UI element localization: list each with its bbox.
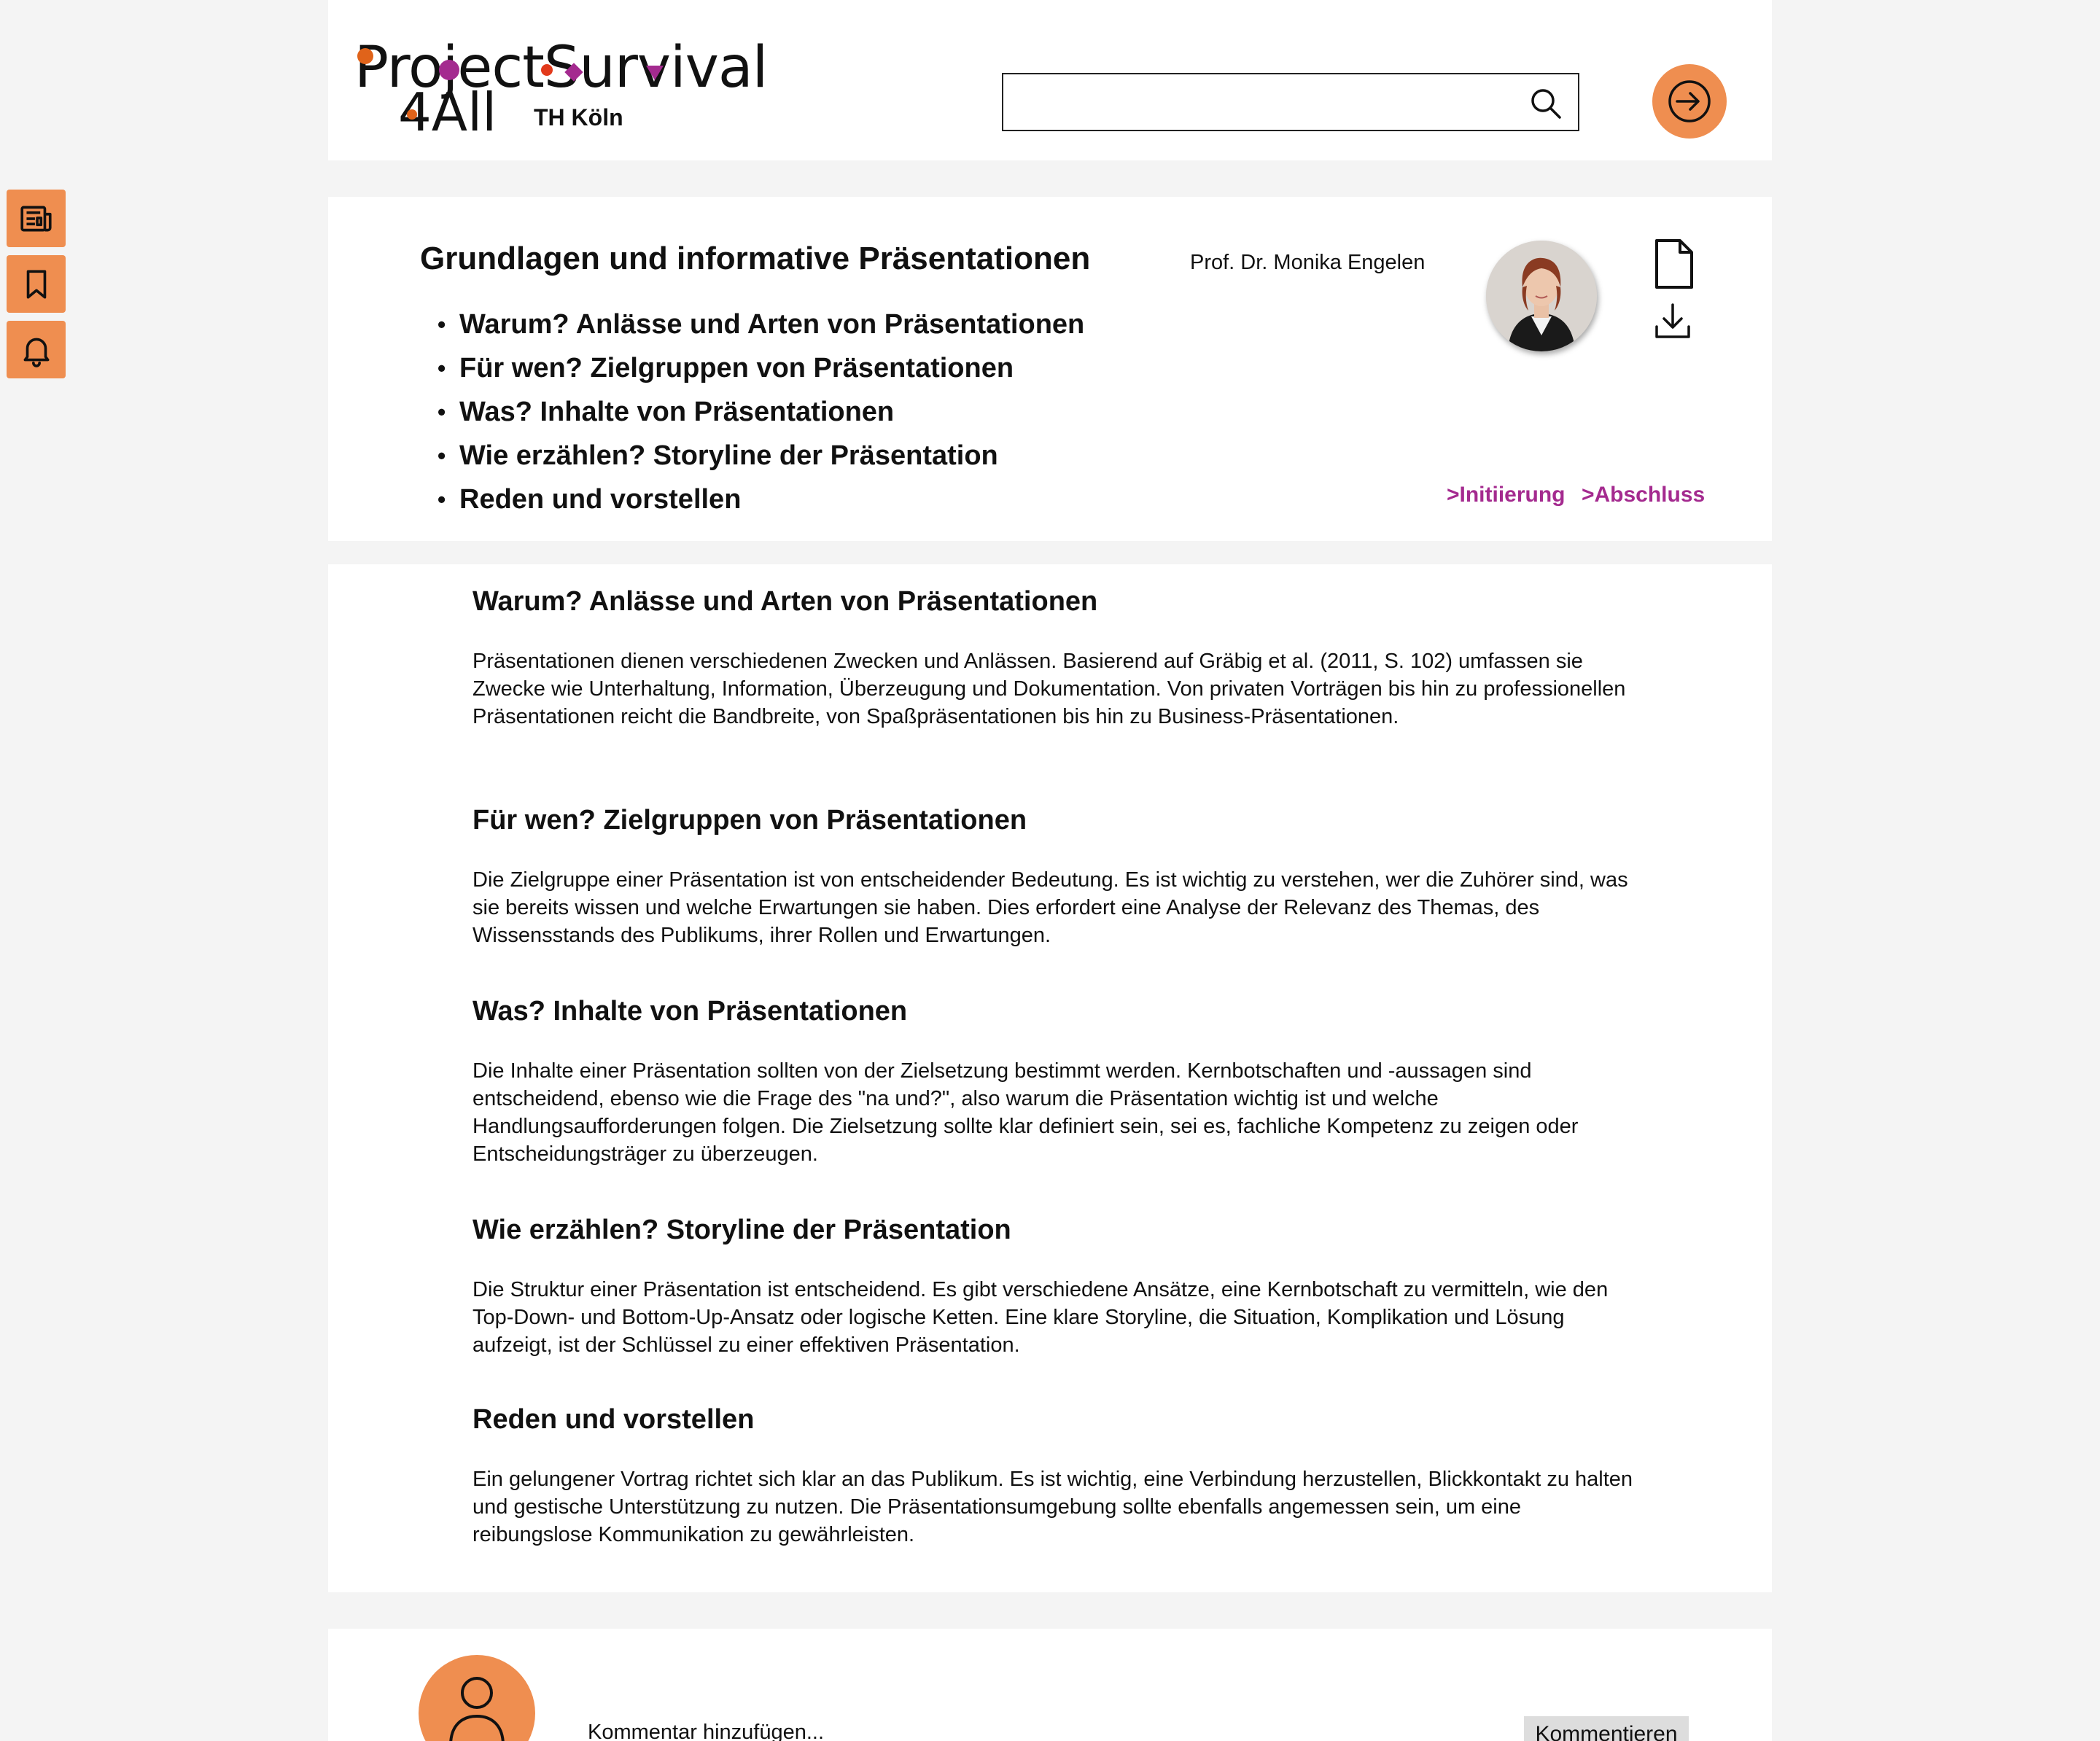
course-intro-card: Grundlagen und informative Präsentatione…: [328, 197, 1772, 541]
section-text: Die Zielgruppe einer Präsentation ist vo…: [472, 868, 1628, 947]
section-heading: Warum? Anlässe und Arten von Präsentatio…: [472, 586, 1098, 617]
page-title: Grundlagen und informative Präsentatione…: [420, 241, 1091, 276]
sidebar-item-news[interactable]: [7, 190, 66, 247]
section-heading: Für wen? Zielgruppen von Präsentationen: [472, 805, 1027, 836]
comment-section: Kommentieren: [328, 1629, 1772, 1741]
download-icon[interactable]: [1654, 302, 1692, 340]
user-avatar: [419, 1655, 535, 1741]
logo-accent-dot: [646, 66, 664, 80]
search-input[interactable]: [1003, 74, 1514, 130]
logo[interactable]: ProjectSurvival 4All TH Köln: [354, 35, 768, 143]
logo-subtitle: TH Köln: [534, 104, 623, 131]
site-header: ProjectSurvival 4All TH Köln: [328, 0, 1772, 160]
bell-icon: [23, 338, 49, 367]
comment-input[interactable]: [588, 1718, 1521, 1741]
toc-item[interactable]: Für wen? Zielgruppen von Präsentationen: [438, 350, 1084, 394]
section-heading: Wie erzählen? Storyline der Präsentation: [472, 1215, 1011, 1245]
logo-accent-dot: [439, 60, 459, 80]
logo-accent-dot: [357, 48, 373, 64]
section-text: Die Struktur einer Präsentation ist ents…: [472, 1278, 1609, 1357]
sidebar-item-notifications[interactable]: [7, 321, 66, 378]
section-text: Ein gelungener Vortrag richtet sich klar…: [472, 1468, 1633, 1546]
content-section: Warum? Anlässe und Arten von Präsentatio…: [472, 583, 1639, 731]
newspaper-icon: [20, 206, 52, 231]
content-section: Wie erzählen? Storyline der Präsentation…: [472, 1212, 1639, 1359]
author-name: Prof. Dr. Monika Engelen: [1190, 251, 1426, 274]
user-icon: [449, 1677, 505, 1741]
section-text: Die Inhalte einer Präsentation sollten v…: [472, 1059, 1579, 1166]
content-section: Was? Inhalte von Präsentationen Die Inha…: [472, 993, 1639, 1168]
section-heading: Reden und vorstellen: [472, 1404, 755, 1435]
logo-accent-dot: [541, 64, 553, 76]
search-icon[interactable]: [1530, 87, 1562, 120]
document-icon[interactable]: [1652, 238, 1696, 290]
link-abschluss[interactable]: >Abschluss: [1582, 483, 1705, 507]
author-avatar: [1486, 241, 1597, 351]
login-button[interactable]: [1652, 64, 1727, 139]
content-section: Reden und vorstellen Ein gelungener Vort…: [472, 1401, 1639, 1549]
toc-item[interactable]: Wie erzählen? Storyline der Präsentation: [438, 437, 1084, 481]
link-initiierung[interactable]: >Initiierung: [1447, 483, 1566, 507]
section-heading: Was? Inhalte von Präsentationen: [472, 996, 908, 1027]
login-icon: [1668, 80, 1711, 122]
toc-item[interactable]: Was? Inhalte von Präsentationen: [438, 394, 1084, 437]
content-section: Für wen? Zielgruppen von Präsentationen …: [472, 802, 1639, 949]
comment-submit-button[interactable]: Kommentieren: [1524, 1716, 1689, 1741]
toc-item[interactable]: Reden und vorstellen: [438, 481, 1084, 525]
article-content: Warum? Anlässe und Arten von Präsentatio…: [328, 564, 1772, 1592]
phase-links: >Initiierung >Abschluss: [1447, 483, 1718, 507]
sidebar-item-bookmarks[interactable]: [7, 255, 66, 313]
logo-accent-dot: [407, 109, 417, 120]
search-box: [1002, 73, 1579, 131]
bookmark-icon: [26, 269, 46, 299]
table-of-contents: Warum? Anlässe und Arten von Präsentatio…: [438, 306, 1084, 525]
section-text: Präsentationen dienen verschiedenen Zwec…: [472, 650, 1626, 728]
toc-item[interactable]: Warum? Anlässe und Arten von Präsentatio…: [438, 306, 1084, 350]
